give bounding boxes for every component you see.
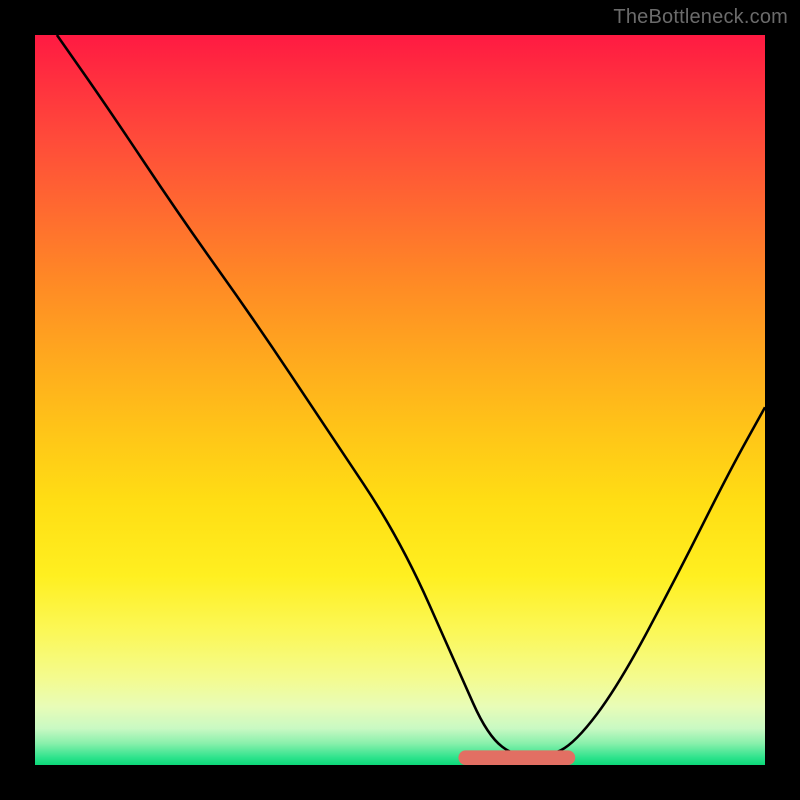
chart-svg <box>35 35 765 765</box>
flat-band-rect <box>458 750 575 765</box>
v-curve-path <box>57 35 765 758</box>
plot-area <box>35 35 765 765</box>
watermark-text: TheBottleneck.com <box>613 6 788 29</box>
chart-frame: TheBottleneck.com <box>0 0 800 800</box>
